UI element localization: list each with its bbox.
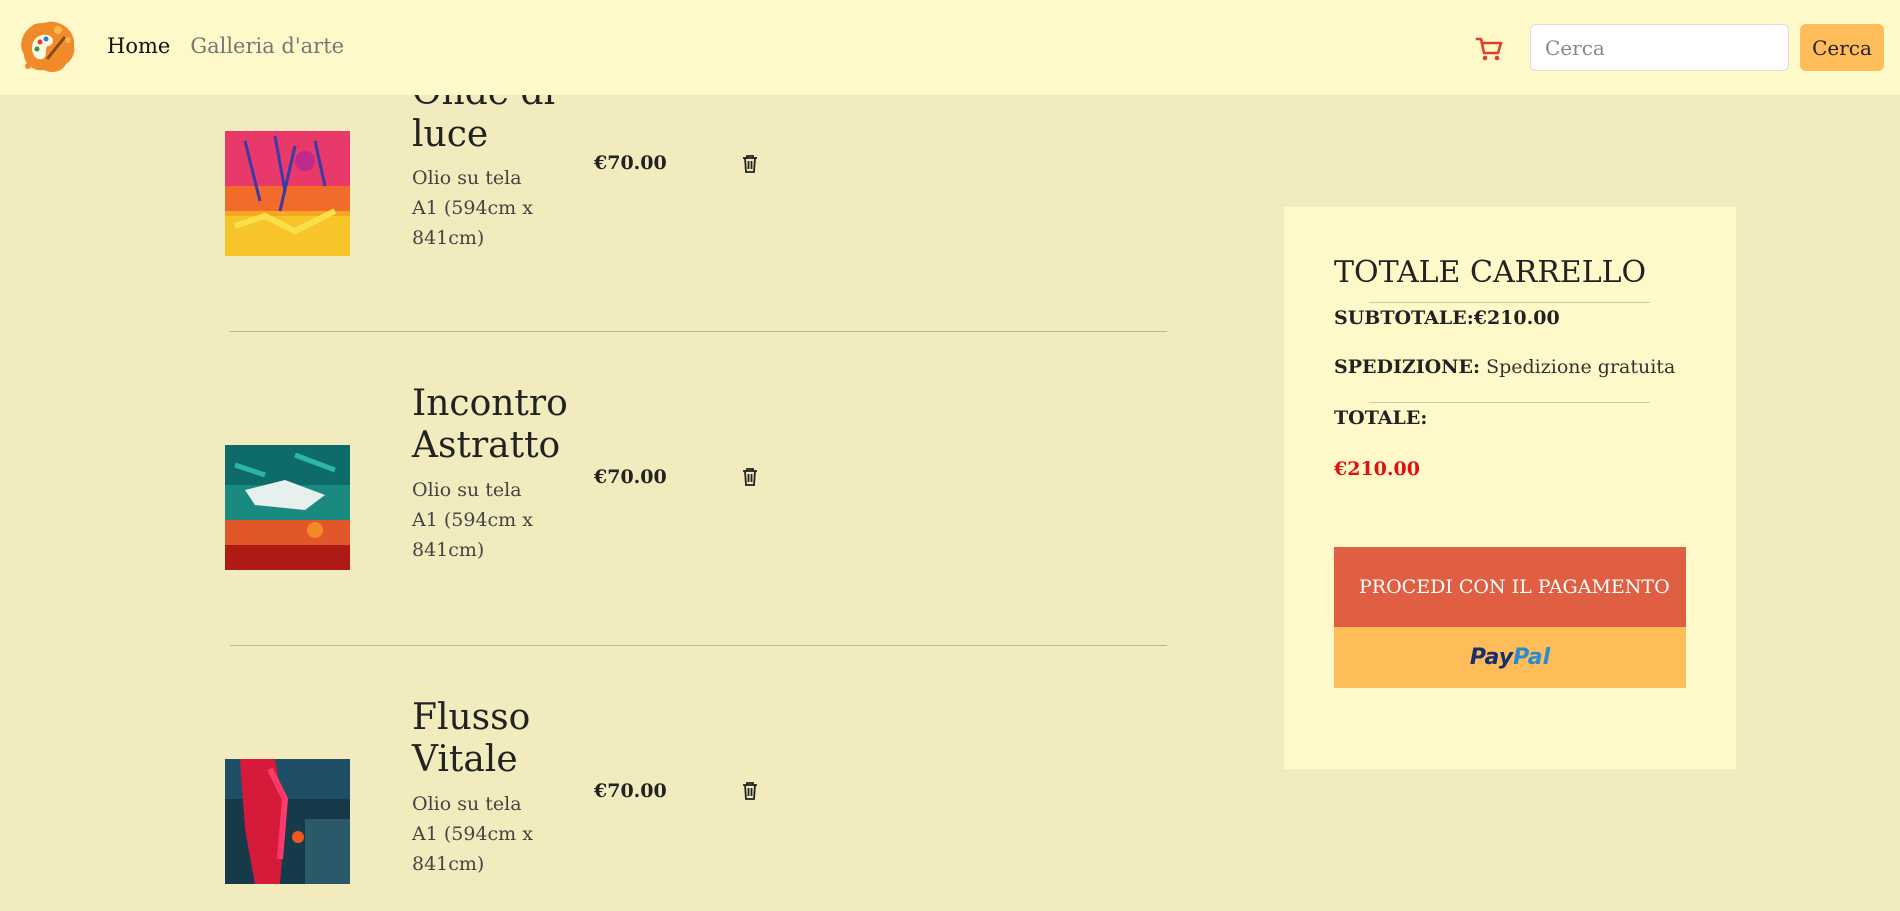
- navbar: Home Galleria d'arte Cerca: [0, 0, 1900, 95]
- item-divider: [230, 331, 1167, 332]
- paypal-logo-pay: Pay: [1469, 645, 1514, 670]
- item-price: €70.00: [594, 466, 667, 488]
- item-description: Olio su tela A1 (594cm x 841cm): [412, 479, 533, 561]
- nav-gallery-link[interactable]: Galleria d'arte: [190, 34, 344, 58]
- shipping-value: Spedizione gratuita: [1486, 356, 1676, 378]
- artwork-thumbnail[interactable]: [225, 759, 350, 884]
- item-price: €70.00: [594, 780, 667, 802]
- item-title: Incontro Astratto: [412, 383, 568, 466]
- nav-links: Home Galleria d'arte: [107, 34, 344, 58]
- search-input[interactable]: [1530, 24, 1789, 71]
- summary-title: TOTALE CARRELLO: [1334, 255, 1647, 290]
- item-divider: [230, 645, 1167, 646]
- paypal-button[interactable]: Pay Pal: [1334, 627, 1686, 688]
- artwork-thumbnail[interactable]: [225, 445, 350, 570]
- paypal-logo-pal: Pal: [1513, 645, 1551, 670]
- checkout-button[interactable]: PROCEDI CON IL PAGAMENTO: [1334, 547, 1686, 627]
- search-button[interactable]: Cerca: [1800, 24, 1884, 71]
- total-label: TOTALE:: [1334, 407, 1428, 429]
- shipping-label: SPEDIZIONE:: [1334, 356, 1481, 378]
- nav-home-link[interactable]: Home: [107, 34, 170, 58]
- subtotal-text: SUBTOTALE:€210.00: [1334, 307, 1560, 329]
- total-value: €210.00: [1334, 458, 1420, 480]
- item-description: Olio su tela A1 (594cm x 841cm): [412, 793, 533, 875]
- shipping-row: SPEDIZIONE: Spedizione gratuita: [1334, 356, 1675, 378]
- palette-logo-icon[interactable]: [18, 18, 78, 74]
- summary-divider: [1369, 402, 1650, 403]
- cart-summary-card: TOTALE CARRELLO SUBTOTALE:€210.00 SPEDIZ…: [1284, 207, 1736, 769]
- trash-icon[interactable]: [741, 781, 759, 801]
- shopping-cart-icon[interactable]: [1474, 33, 1504, 63]
- trash-icon[interactable]: [741, 467, 759, 487]
- item-title: Flusso Vitale: [412, 697, 531, 780]
- summary-divider: [1369, 302, 1650, 303]
